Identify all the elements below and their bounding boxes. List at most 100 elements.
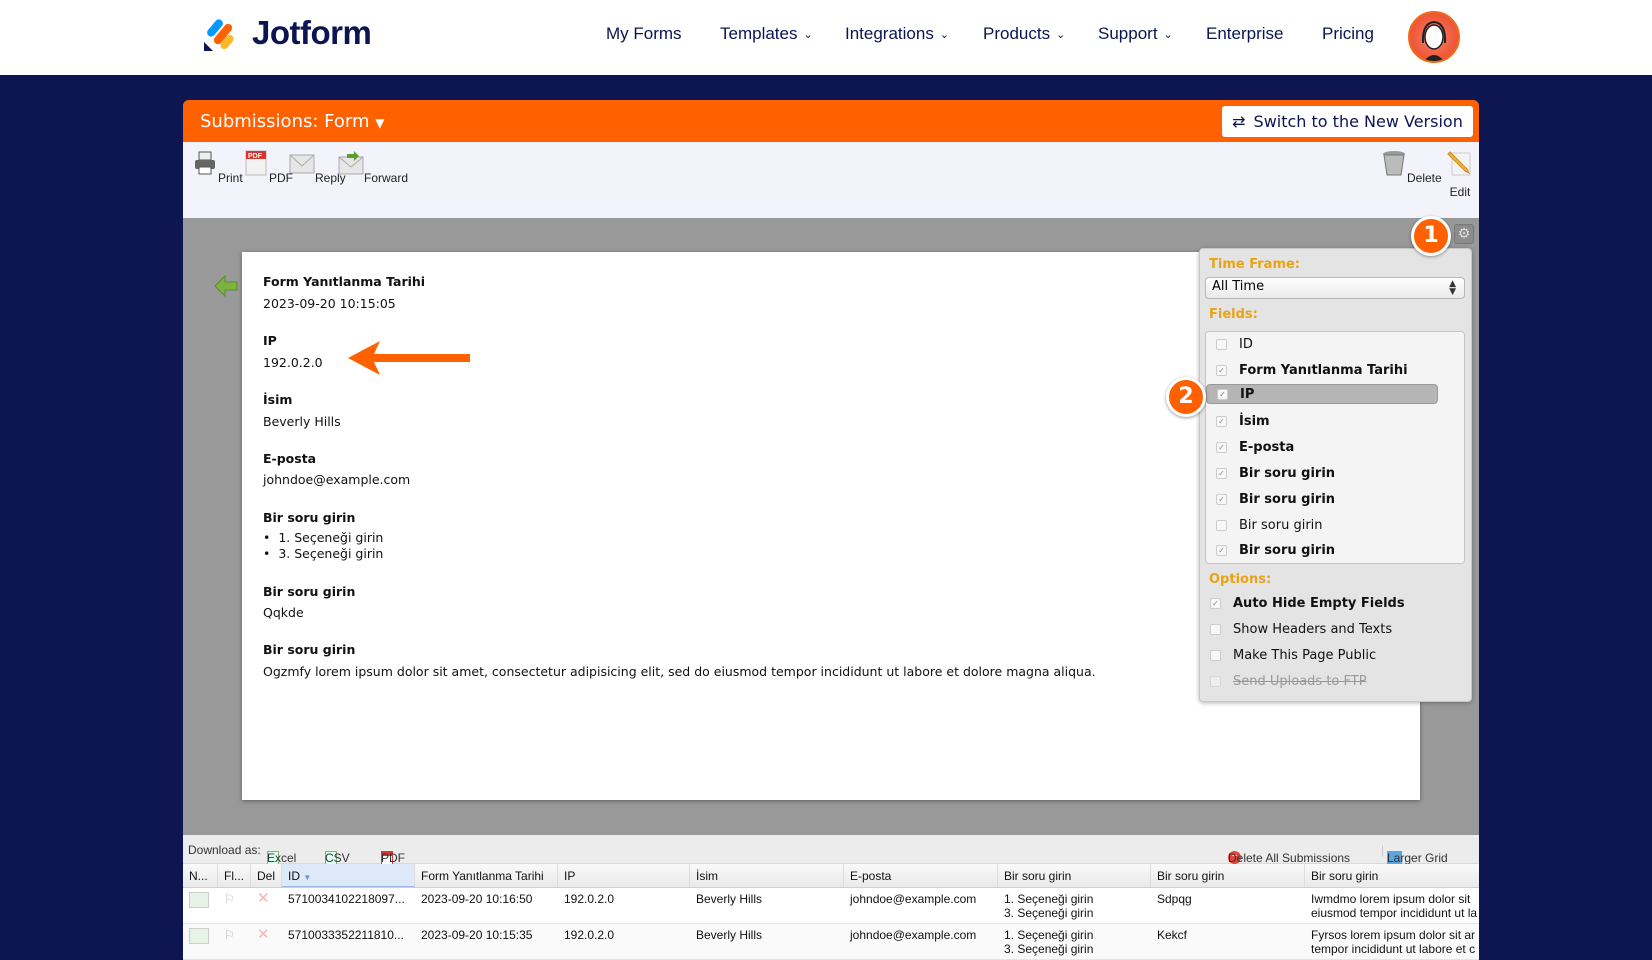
cell-question: Fyrsos lorem ipsum dolor sit ar tempor in… [1305,924,1479,959]
jotform-logo-icon[interactable] [202,18,236,52]
field-toggle-label: E-posta [1239,439,1295,455]
field-toggle-eposta[interactable]: ✓ E-posta [1206,437,1294,457]
column-header[interactable]: Form Yanıtlanma Tarihi [415,864,558,887]
field-toggle-ip[interactable]: ✓ IP [1206,384,1438,404]
field-toggle-label: Bir soru girin [1239,542,1336,558]
checkbox-checked[interactable]: ✓ [1216,544,1227,556]
option-auto-hide[interactable]: ✓ Auto Hide Empty Fields [1200,596,1405,611]
field-toggle-label: ID [1239,336,1253,352]
field-toggle-question[interactable]: Bir soru girin [1206,515,1323,535]
table-row[interactable]: ⚐ ✕ 5710033352211810... 2023-09-20 10:15… [183,924,1479,960]
column-header[interactable]: Bir soru girin [1305,864,1479,887]
edit-button[interactable]: Edit [1441,150,1479,199]
forward-envelope-icon [338,151,364,175]
flag-icon[interactable]: ⚐ [218,924,251,959]
fields-list[interactable]: ID ✓ Form Yanıtlanma Tarihi ✓ IP ✓ İsim ✓ E-… [1205,331,1465,564]
checkbox-checked[interactable]: ✓ [1210,598,1221,609]
checkbox-checked[interactable]: ✓ [1216,441,1227,453]
cell-line: 1. Seçeneği girin [1004,892,1094,906]
checkbox[interactable] [1216,519,1227,531]
checkbox-checked[interactable]: ✓ [1216,415,1227,427]
cell-date: 2023-09-20 10:15:35 [421,928,533,942]
checkbox-checked[interactable]: ✓ [1217,388,1228,400]
option-make-public[interactable]: Make This Page Public [1200,648,1376,663]
cell-line: Iwmdmo lorem ipsum dolor sit [1311,892,1471,906]
field-value: Ogzmfy lorem ipsum dolor sit amet, conse… [263,664,1096,679]
delete-button[interactable]: Delete [1381,150,1442,185]
checkbox[interactable] [1216,338,1227,350]
field-toggle-date[interactable]: ✓ Form Yanıtlanma Tarihi [1206,360,1408,380]
nav-pricing[interactable]: Pricing [1322,24,1374,44]
svg-text:PDF: PDF [248,153,263,160]
envelope-read-icon[interactable] [183,924,218,959]
nav-enterprise[interactable]: Enterprise [1206,24,1283,44]
field-toggle-question[interactable]: ✓ Bir soru girin [1206,540,1335,560]
forward-button[interactable]: Forward [338,150,408,185]
nav-integrations[interactable]: Integrations ⌄ [845,24,949,44]
nav-label: Pricing [1322,24,1374,43]
table-row[interactable]: ⚐ ✕ 5710034102218097... 2023-09-20 10:16… [183,888,1479,924]
column-header[interactable]: Del [251,864,282,887]
back-arrow-icon[interactable] [213,274,239,298]
checkbox-checked[interactable]: ✓ [1216,364,1227,376]
time-frame-select[interactable]: All Time ▲ ▼ [1205,277,1465,299]
nav-label: Templates [720,24,798,43]
field-value: Qqkde [263,605,304,620]
nav-my-forms[interactable]: My Forms [606,24,682,44]
column-header[interactable]: E-posta [844,864,998,887]
envelope-read-icon[interactable] [183,888,218,923]
field-toggle-isim[interactable]: ✓ İsim [1206,411,1270,431]
column-header[interactable]: N... [183,864,218,887]
toolbar: Print PDF PDF Reply Forward Delete Edit [183,142,1479,218]
nav-support[interactable]: Support ⌄ [1098,24,1173,44]
field-toggle-question[interactable]: ✓ Bir soru girin [1206,489,1335,509]
time-frame-value: All Time [1212,279,1265,294]
option-show-headers[interactable]: Show Headers and Texts [1200,622,1392,637]
print-label: Print [218,171,243,185]
flag-icon[interactable]: ⚐ [218,888,251,923]
cell-line: Fyrsos lorem ipsum dolor sit ar [1311,928,1476,942]
cell-question: Iwmdmo lorem ipsum dolor sit eiusmod temp… [1305,888,1479,923]
options-label: Options: [1209,572,1272,587]
nav-templates[interactable]: Templates ⌄ [720,24,813,44]
checkbox[interactable] [1210,650,1221,661]
pencil-icon [1447,151,1471,176]
field-toggle-question[interactable]: ✓ Bir soru girin [1206,463,1335,483]
settings-dropdown: Time Frame: All Time ▲ ▼ Fields: ID ✓ Form … [1199,248,1472,702]
brand-name[interactable]: Jotform [252,14,372,52]
column-header-id[interactable]: ID ▼ [282,864,415,887]
pdf-button[interactable]: PDF PDF [243,150,293,185]
column-header[interactable]: Bir soru girin [1151,864,1305,887]
delete-all-label: Delete All Submissions [1228,851,1351,865]
form-selector[interactable]: Submissions: Form ▼ [200,111,384,132]
column-header[interactable]: IP [558,864,690,887]
nav-products[interactable]: Products ⌄ [983,24,1065,44]
checkbox-checked[interactable]: ✓ [1216,467,1227,479]
field-toggle-id[interactable]: ID [1206,334,1253,354]
print-button[interactable]: Print [192,150,243,185]
switch-new-version-button[interactable]: ⇄ Switch to the New Version [1222,106,1473,137]
bullet-text: 1. Seçeneği girin [278,530,384,545]
field-label: IP [263,333,277,348]
delete-x-icon[interactable]: ✕ [251,924,282,959]
download-label: Download as: [188,843,261,857]
switch-label: Switch to the New Version [1253,112,1463,131]
delete-x-icon[interactable]: ✕ [251,888,282,923]
checkbox-checked[interactable]: ✓ [1216,493,1227,505]
cell-line: 1. Seçeneği girin [1004,928,1094,942]
cell-ip: 192.0.2.0 [564,928,615,942]
cell-line: tempor incididunt ut labore et c [1311,942,1476,956]
chevron-down-icon: ⌄ [1056,29,1066,41]
checkbox[interactable] [1210,624,1221,635]
caret-down-icon: ▼ [375,116,385,130]
field-label: Bir soru girin [263,584,356,599]
settings-gear-icon[interactable]: ⚙ [1454,224,1474,244]
nav-label: Support [1098,24,1158,43]
submissions-header: Submissions: Form ▼ ⇄ Switch to the New V… [183,100,1479,142]
column-header[interactable]: Fl... [218,864,251,887]
delete-label: Delete [1407,171,1442,185]
user-avatar[interactable] [1408,11,1460,63]
field-label: E-posta [263,451,317,466]
column-header[interactable]: İsim [690,864,844,887]
column-header[interactable]: Bir soru girin [998,864,1151,887]
